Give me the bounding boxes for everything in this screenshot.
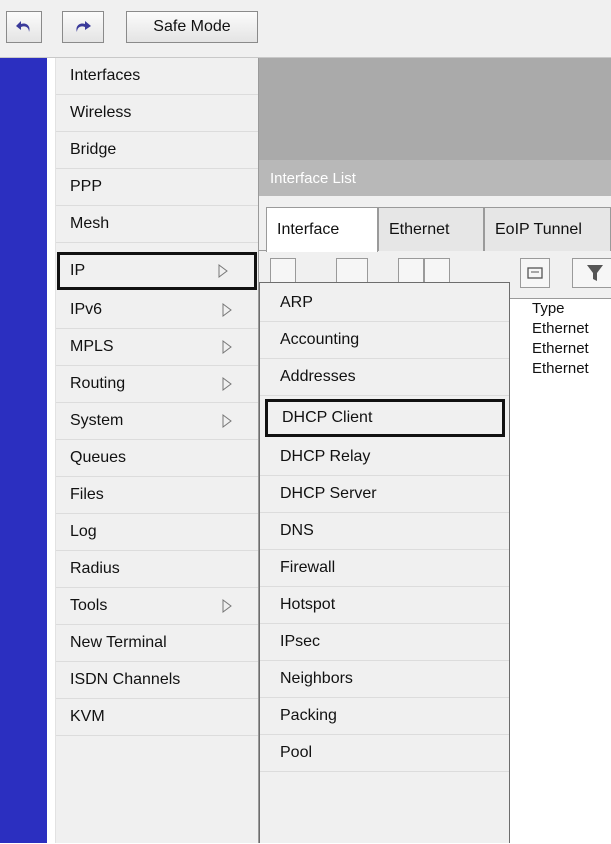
submenu-item-dhcp-relay[interactable]: DHCP Relay — [260, 439, 509, 476]
menu-item-label: KVM — [70, 708, 105, 725]
submenu-item-label: ARP — [280, 294, 313, 311]
submenu-item-pool[interactable]: Pool — [260, 735, 509, 772]
safe-mode-button[interactable]: Safe Mode — [126, 11, 258, 43]
menu-item-wireless[interactable]: Wireless — [56, 95, 258, 132]
menu-item-label: Log — [70, 523, 97, 540]
submenu-item-dhcp-client[interactable]: DHCP Client — [265, 399, 505, 437]
menu-item-files[interactable]: Files — [56, 477, 258, 514]
submenu-item-label: Pool — [280, 744, 313, 761]
menu-item-label: Routing — [70, 375, 126, 392]
main-menu: Interfaces Wireless Bridge PPP Mesh IP I… — [56, 58, 259, 843]
menu-item-routing[interactable]: Routing — [56, 366, 258, 403]
menu-item-tools[interactable]: Tools — [56, 588, 258, 625]
submenu-item-dhcp-server[interactable]: DHCP Server — [260, 476, 509, 513]
submenu-item-arp[interactable]: ARP — [260, 285, 509, 322]
submenu-item-label: Neighbors — [280, 670, 353, 687]
submenu-arrow-icon — [222, 340, 232, 354]
submenu-item-label: Firewall — [280, 559, 336, 576]
menu-item-mesh[interactable]: Mesh — [56, 206, 258, 243]
undo-button[interactable] — [6, 11, 42, 43]
menu-item-queues[interactable]: Queues — [56, 440, 258, 477]
window-title[interactable]: Interface List — [258, 160, 611, 196]
menu-item-kvm[interactable]: KVM — [56, 699, 258, 736]
menu-item-radius[interactable]: Radius — [56, 551, 258, 588]
tab-interface[interactable]: Interface — [266, 207, 378, 252]
menu-item-ip[interactable]: IP — [57, 252, 257, 290]
sidebar-strip — [0, 58, 47, 843]
submenu-item-ipsec[interactable]: IPsec — [260, 624, 509, 661]
menu-item-label: Radius — [70, 560, 120, 577]
submenu-item-label: DHCP Server — [280, 485, 377, 502]
submenu-item-label: Packing — [280, 707, 337, 724]
comment-button[interactable] — [520, 258, 550, 288]
table-cell-type[interactable]: Ethernet — [532, 360, 589, 377]
menu-item-label: Queues — [70, 449, 127, 466]
sidebar-strip-edge — [47, 58, 56, 843]
comment-icon — [521, 267, 549, 291]
submenu-item-label: DHCP Client — [282, 409, 373, 426]
redo-icon — [73, 19, 93, 35]
table-cell-type[interactable]: Ethernet — [532, 320, 589, 337]
submenu-arrow-icon — [222, 377, 232, 391]
menu-item-isdn-channels[interactable]: ISDN Channels — [56, 662, 258, 699]
menu-item-new-terminal[interactable]: New Terminal — [56, 625, 258, 662]
submenu-item-dns[interactable]: DNS — [260, 513, 509, 550]
submenu-item-neighbors[interactable]: Neighbors — [260, 661, 509, 698]
submenu-item-label: Hotspot — [280, 596, 336, 613]
submenu-item-label: Addresses — [280, 368, 356, 385]
submenu-item-label: IPsec — [280, 633, 321, 650]
menu-item-ipv6[interactable]: IPv6 — [56, 292, 258, 329]
column-header-type[interactable]: Type — [532, 300, 565, 317]
submenu-arrow-icon — [222, 599, 232, 613]
menu-item-label: Bridge — [70, 141, 117, 158]
table-cell-type[interactable]: Ethernet — [532, 340, 589, 357]
submenu-item-addresses[interactable]: Addresses — [260, 359, 509, 396]
menu-item-label: IPv6 — [70, 301, 103, 318]
submenu-item-packing[interactable]: Packing — [260, 698, 509, 735]
menu-item-system[interactable]: System — [56, 403, 258, 440]
menu-item-label: New Terminal — [70, 634, 167, 651]
menu-item-label: IP — [70, 262, 86, 279]
submenu-item-accounting[interactable]: Accounting — [260, 322, 509, 359]
menu-item-label: System — [70, 412, 124, 429]
submenu-arrow-icon — [222, 414, 232, 428]
submenu-arrow-icon — [222, 303, 232, 317]
filter-button[interactable] — [572, 258, 611, 288]
window-tabs: Interface Ethernet EoIP Tunnel — [258, 207, 611, 252]
redo-button[interactable] — [62, 11, 104, 43]
menu-item-label: Interfaces — [70, 67, 141, 84]
filter-icon — [573, 265, 611, 291]
menu-item-mpls[interactable]: MPLS — [56, 329, 258, 366]
menu-item-label: Files — [70, 486, 104, 503]
ip-submenu: ARP Accounting Addresses DHCP Client DHC… — [259, 282, 510, 843]
undo-icon — [15, 19, 33, 35]
menu-item-label: ISDN Channels — [70, 671, 181, 688]
submenu-item-label: DHCP Relay — [280, 448, 371, 465]
menu-item-ppp[interactable]: PPP — [56, 169, 258, 206]
menu-item-interfaces[interactable]: Interfaces — [56, 58, 258, 95]
tab-eoip-tunnel[interactable]: EoIP Tunnel — [484, 207, 611, 251]
tab-ethernet[interactable]: Ethernet — [378, 207, 484, 251]
submenu-item-label: Accounting — [280, 331, 360, 348]
menu-item-label: Mesh — [70, 215, 110, 232]
safe-mode-label: Safe Mode — [153, 18, 231, 35]
menu-item-label: Tools — [70, 597, 108, 614]
submenu-item-label: DNS — [280, 522, 314, 539]
menu-item-label: PPP — [70, 178, 103, 195]
submenu-item-hotspot[interactable]: Hotspot — [260, 587, 509, 624]
menu-item-log[interactable]: Log — [56, 514, 258, 551]
workspace-area — [258, 58, 611, 160]
menu-item-label: Wireless — [70, 104, 132, 121]
menu-item-bridge[interactable]: Bridge — [56, 132, 258, 169]
menu-item-label: MPLS — [70, 338, 114, 355]
toolbar: Safe Mode — [0, 0, 611, 58]
submenu-arrow-icon — [218, 264, 228, 278]
submenu-item-firewall[interactable]: Firewall — [260, 550, 509, 587]
